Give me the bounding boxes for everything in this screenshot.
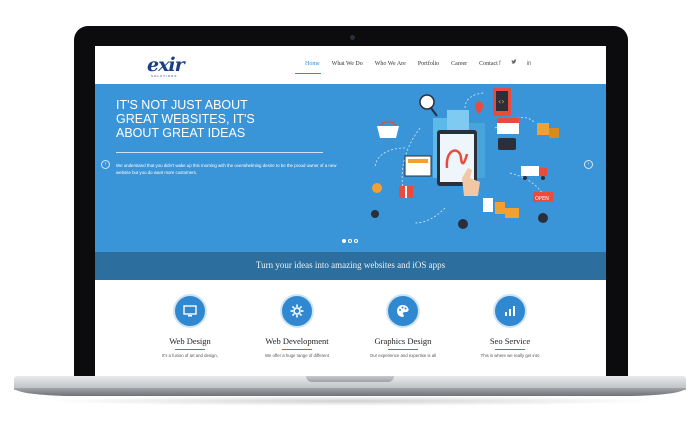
- nav-what-we-do[interactable]: What We Do: [326, 59, 369, 69]
- laptop-notch: [306, 376, 394, 382]
- service-description: It's a fusion of art and design,: [162, 353, 218, 358]
- nav-career[interactable]: Career: [445, 59, 473, 69]
- hero-slider: IT'S NOT JUST ABOUT GREAT WEBSITES, IT'S…: [95, 84, 606, 252]
- service-title: Seo Service: [489, 336, 531, 346]
- service-description: Our experience and expertise is all: [369, 353, 437, 358]
- nav-active-indicator: [295, 73, 321, 74]
- slider-dot[interactable]: [354, 239, 358, 243]
- palette-icon: [386, 294, 420, 328]
- hero-divider: [116, 152, 323, 153]
- hero-title-line: IT'S NOT JUST ABOUT: [116, 98, 248, 112]
- tagline-banner: Turn your ideas into amazing websites an…: [95, 252, 606, 280]
- service-divider: [175, 349, 205, 350]
- webcam: [350, 35, 355, 40]
- laptop-base-edge: [14, 388, 686, 396]
- service-web-design[interactable]: Web Design It's a fusion of art and desi…: [142, 294, 238, 358]
- laptop-shadow: [40, 396, 660, 406]
- service-title: Web Development: [265, 336, 329, 346]
- linkedin-icon[interactable]: in: [527, 59, 532, 69]
- site-header: exir SOLUTIONS Home What We Do Who We Ar…: [95, 46, 606, 84]
- logo-tagline: SOLUTIONS: [151, 74, 178, 78]
- website-screen: exir SOLUTIONS Home What We Do Who We Ar…: [95, 46, 606, 376]
- social-links: f in: [499, 59, 531, 69]
- hero-title: IT'S NOT JUST ABOUT GREAT WEBSITES, IT'S…: [116, 98, 286, 140]
- service-divider: [388, 349, 418, 350]
- service-seo[interactable]: Seo Service This is where we really get …: [462, 294, 558, 358]
- svg-text:‹›: ‹›: [498, 97, 504, 106]
- slider-next-button[interactable]: ›: [584, 160, 593, 169]
- hero-illustration: ‹› OPEN: [371, 88, 559, 229]
- hero-title-line: GREAT WEBSITES, IT'S: [116, 112, 255, 126]
- service-title: Graphics Design: [374, 336, 432, 346]
- nav-portfolio[interactable]: Portfolio: [412, 59, 445, 69]
- main-nav: Home What We Do Who We Are Portfolio Car…: [299, 59, 504, 69]
- slider-pagination: [342, 239, 358, 243]
- banner-text: Turn your ideas into amazing websites an…: [255, 260, 446, 270]
- service-title: Web Design: [169, 336, 211, 346]
- twitter-icon[interactable]: [511, 59, 517, 69]
- slider-prev-button[interactable]: ‹: [101, 160, 110, 169]
- chart-icon: [493, 294, 527, 328]
- service-graphics-design[interactable]: Graphics Design Our experience and exper…: [355, 294, 451, 358]
- svg-text:OPEN: OPEN: [535, 196, 549, 202]
- service-description: This is where we really get into: [480, 353, 540, 358]
- slider-dot[interactable]: [348, 239, 352, 243]
- slider-dot[interactable]: [342, 239, 346, 243]
- hero-title-line: ABOUT GREAT IDEAS: [116, 126, 246, 140]
- hero-description: We understand that you didn't wake up th…: [116, 163, 337, 175]
- site-logo[interactable]: exir SOLUTIONS: [147, 52, 191, 78]
- monitor-icon: [173, 294, 207, 328]
- service-web-development[interactable]: Web Development We offer a huge range of…: [249, 294, 345, 358]
- service-description: We offer a huge range of different: [264, 353, 330, 358]
- service-divider: [495, 349, 525, 350]
- nav-home[interactable]: Home: [299, 59, 326, 69]
- logo-text: exir: [147, 54, 185, 76]
- service-divider: [282, 349, 312, 350]
- facebook-icon[interactable]: f: [499, 59, 501, 69]
- services-section: Web Design It's a fusion of art and desi…: [95, 280, 606, 376]
- gear-icon: [280, 294, 314, 328]
- nav-who-we-are[interactable]: Who We Are: [369, 59, 412, 69]
